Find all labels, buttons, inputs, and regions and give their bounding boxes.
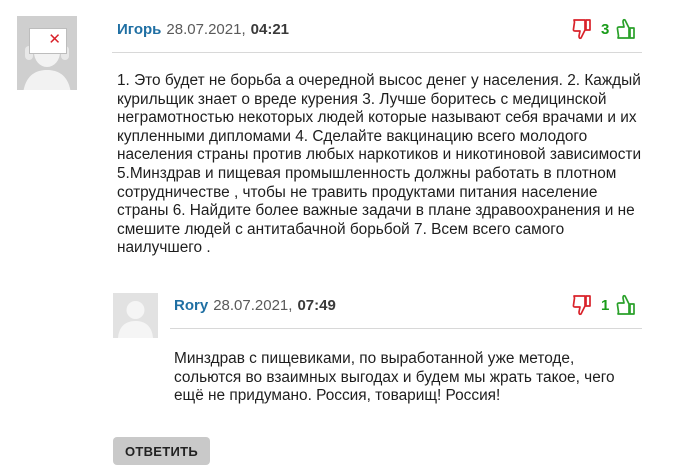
thumbs-down-icon [572,19,591,40]
close-mark-icon: ✕ [48,31,61,48]
comments-section: ✕ Игорь 28.07.2021, 04:21 3 1. Это будет н… [0,0,700,475]
default-avatar-icon [118,301,153,338]
comment-header: Rory 28.07.2021, 07:49 [174,297,336,315]
dislike-button[interactable] [571,293,593,317]
vote-controls: 1 [571,292,637,318]
thumbs-up-icon [616,294,636,315]
reply-button[interactable]: ОТВЕТИТЬ [113,437,210,465]
comment-time: 04:21 [250,21,290,38]
comment-date: 28.07.2021, [166,21,246,38]
comment-author[interactable]: Rory [174,297,208,315]
avatar[interactable] [113,293,158,338]
comment-text: 1. Это будет не борьба а очередной высос… [117,72,642,257]
divider [112,52,642,53]
comment-text: Минздрав с пищевиками, по выработанной у… [174,350,615,405]
thumbs-down-icon [572,295,591,316]
avatar[interactable]: ✕ [17,16,77,90]
comment-date: 28.07.2021, [213,297,293,314]
vote-controls: 3 [571,16,637,42]
comment-author[interactable]: Игорь [117,21,161,39]
vote-count: 1 [601,296,610,314]
thumbs-up-icon [616,18,636,39]
vote-count: 3 [601,20,610,38]
dislike-button[interactable] [571,17,593,41]
avatar-sign: ✕ [29,28,67,54]
like-button[interactable] [615,293,637,317]
comment-header: Игорь 28.07.2021, 04:21 [117,21,289,39]
comment-time: 07:49 [297,297,336,314]
like-button[interactable] [615,17,637,41]
divider [170,328,642,329]
